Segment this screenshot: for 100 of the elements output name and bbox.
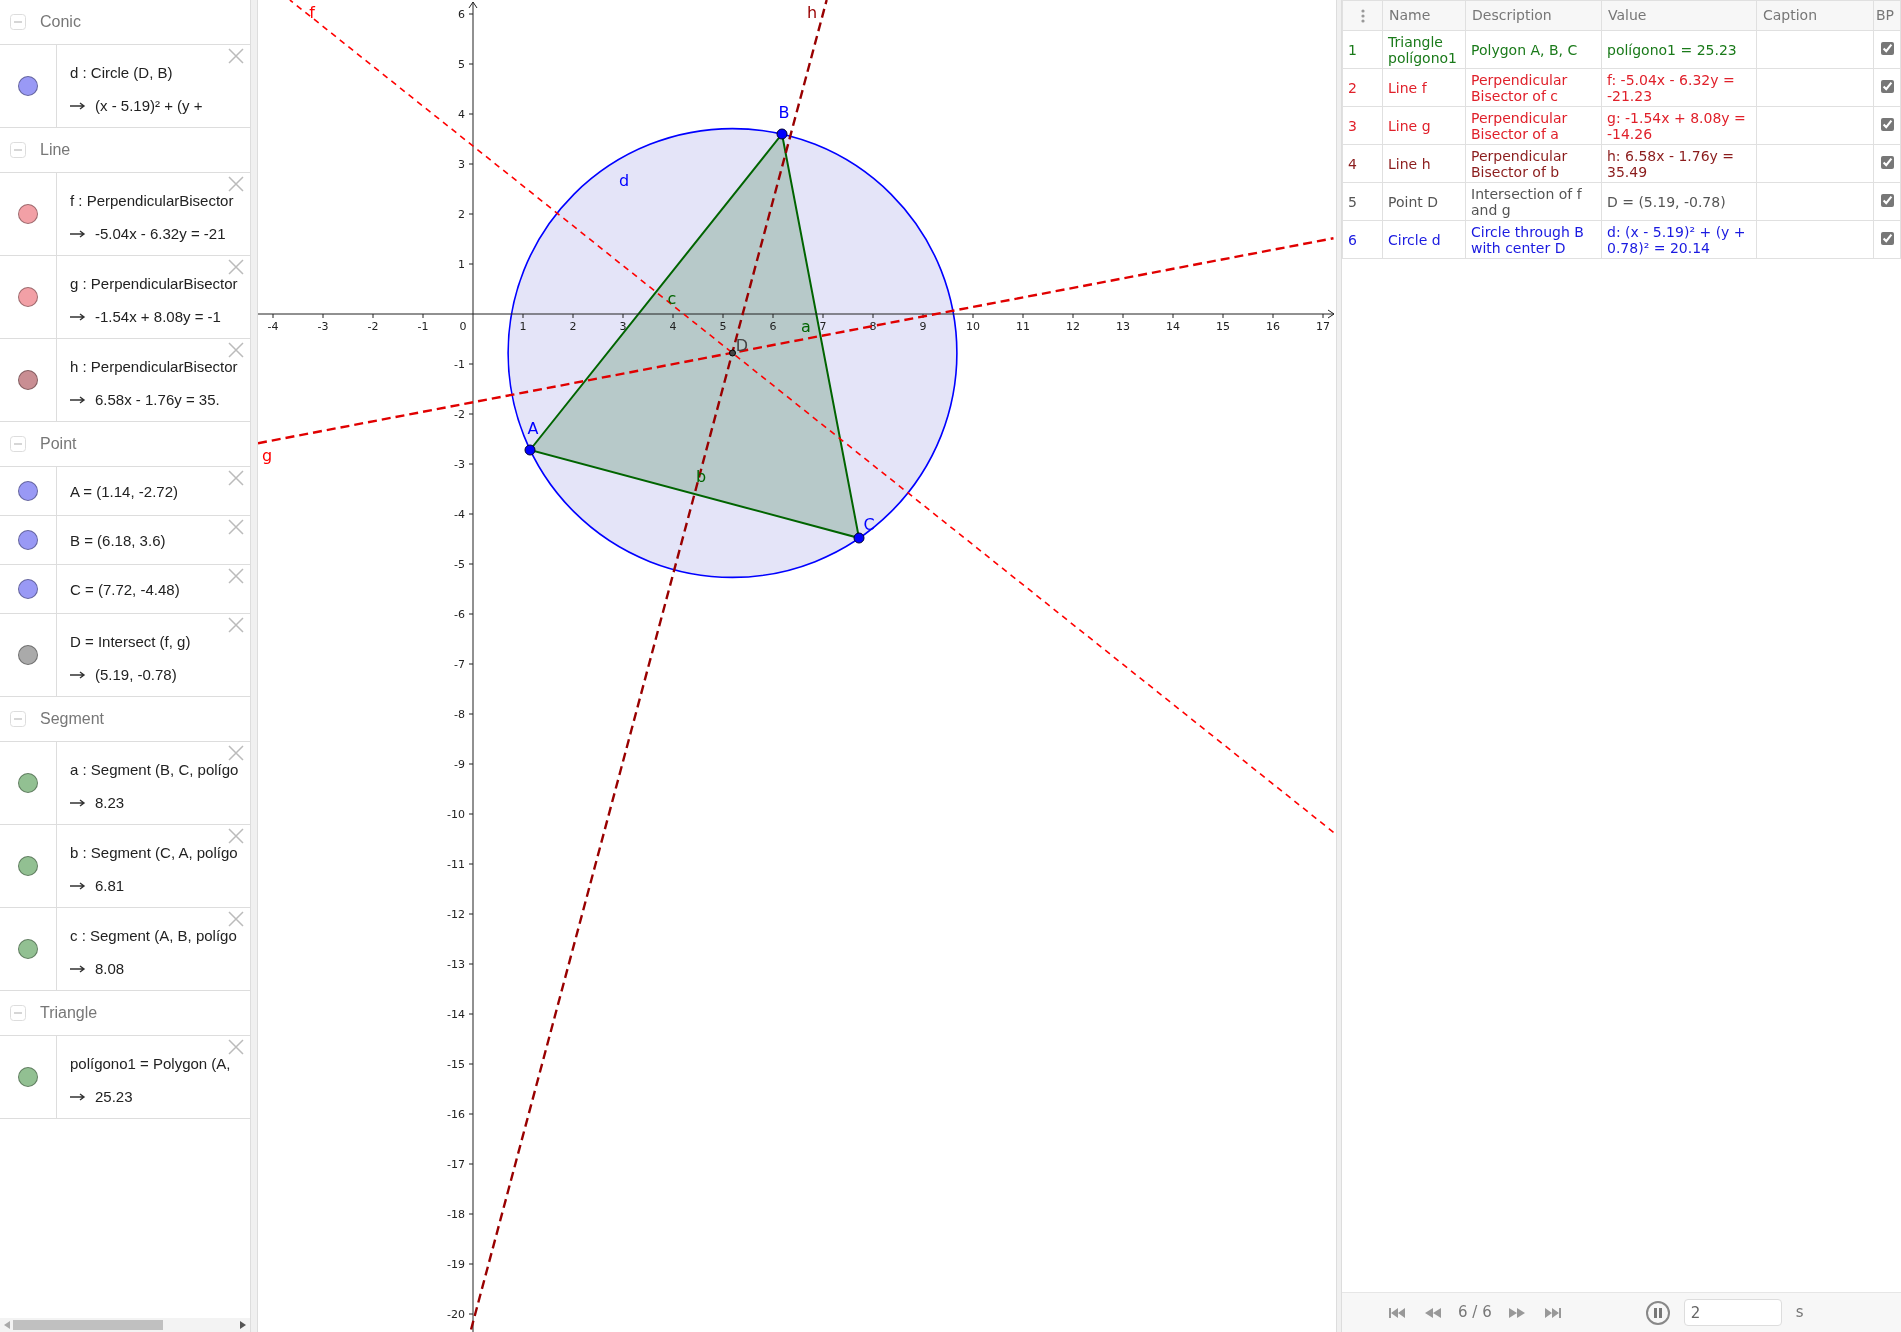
color-dot[interactable] bbox=[18, 939, 38, 959]
skip-forward-icon bbox=[1543, 1306, 1562, 1319]
close-icon[interactable] bbox=[228, 828, 244, 844]
object-definition[interactable]: f : PerpendicularBisector bbox=[70, 191, 234, 211]
color-dot[interactable] bbox=[18, 530, 38, 550]
table-cell: Polygon A, B, C bbox=[1465, 30, 1602, 69]
scrollbar-thumb[interactable] bbox=[13, 1320, 163, 1330]
axis-tick-label: 5 bbox=[458, 58, 465, 71]
close-icon[interactable] bbox=[228, 617, 244, 633]
close-icon[interactable] bbox=[228, 342, 244, 358]
axis-tick-label: -3 bbox=[454, 458, 465, 471]
speed-input[interactable]: 2 bbox=[1683, 1299, 1782, 1326]
axis-tick-label: -10 bbox=[447, 808, 465, 821]
object-definition[interactable]: h : PerpendicularBisector bbox=[70, 357, 238, 377]
close-icon[interactable] bbox=[228, 1039, 244, 1055]
object-value: 8.08 bbox=[95, 958, 125, 979]
object-definition[interactable]: D = Intersect (f, g) bbox=[70, 632, 191, 652]
column-header[interactable]: Description bbox=[1465, 0, 1602, 31]
color-dot[interactable] bbox=[18, 287, 38, 307]
object-definition[interactable]: g : PerpendicularBisector bbox=[70, 274, 238, 294]
axis-tick-label: 2 bbox=[569, 320, 577, 333]
axis-tick-label: 7 bbox=[819, 320, 827, 333]
color-dot[interactable] bbox=[18, 856, 38, 876]
color-dot[interactable] bbox=[18, 76, 38, 96]
close-icon[interactable] bbox=[228, 176, 244, 192]
axis-tick-label: -8 bbox=[454, 708, 465, 721]
collapse-icon[interactable] bbox=[10, 1005, 26, 1021]
object-definition[interactable]: polígono1 = Polygon (A, bbox=[70, 1054, 231, 1074]
object-label: a bbox=[801, 317, 811, 336]
close-icon[interactable] bbox=[228, 259, 244, 275]
collapse-icon[interactable] bbox=[10, 436, 26, 452]
table-cell: Triangle polígono1 bbox=[1382, 30, 1466, 69]
skip-back-icon bbox=[1388, 1306, 1406, 1319]
axis-tick-label: 10 bbox=[966, 320, 980, 333]
checkbox[interactable] bbox=[1880, 41, 1894, 55]
arrow-icon bbox=[70, 1092, 86, 1101]
close-icon[interactable] bbox=[228, 470, 244, 486]
object-definition[interactable]: d : Circle (D, B) bbox=[70, 63, 173, 83]
color-dot[interactable] bbox=[18, 481, 38, 501]
axis-tick-label: 9 bbox=[919, 320, 927, 333]
object-definition[interactable]: C = (7.72, -4.48) bbox=[70, 580, 180, 600]
collapse-icon[interactable] bbox=[10, 711, 26, 727]
horizontal-scrollbar[interactable] bbox=[0, 1318, 250, 1332]
point[interactable] bbox=[776, 128, 788, 140]
collapse-icon[interactable] bbox=[10, 142, 26, 158]
rewind-icon bbox=[1424, 1306, 1442, 1319]
color-dot[interactable] bbox=[18, 370, 38, 390]
scroll-right-icon[interactable] bbox=[240, 1321, 246, 1329]
table-cell: Perpendicular Bisector of b bbox=[1465, 144, 1602, 183]
arrow-icon bbox=[70, 312, 86, 321]
axis-tick-label: 13 bbox=[1116, 320, 1130, 333]
point[interactable] bbox=[853, 532, 865, 544]
close-icon[interactable] bbox=[228, 568, 244, 584]
object-label: D bbox=[735, 336, 749, 355]
close-icon[interactable] bbox=[228, 745, 244, 761]
checkbox[interactable] bbox=[1880, 79, 1894, 93]
object-definition[interactable]: B = (6.18, 3.6) bbox=[70, 531, 166, 551]
axis-tick-label: -18 bbox=[447, 1208, 465, 1221]
color-dot[interactable] bbox=[18, 1067, 38, 1087]
point[interactable] bbox=[729, 349, 736, 357]
point[interactable] bbox=[524, 444, 536, 456]
object-value: 6.58x - 1.76y = 35. bbox=[95, 389, 220, 410]
column-header[interactable]: Value bbox=[1601, 0, 1757, 31]
pause-button[interactable] bbox=[1645, 1300, 1670, 1325]
axis-tick-label: -17 bbox=[447, 1158, 465, 1171]
axis-tick-label: -14 bbox=[447, 1008, 465, 1021]
axis-tick-label: 17 bbox=[1316, 320, 1330, 333]
table-cell: Line h bbox=[1382, 144, 1466, 183]
axis-tick-label: -9 bbox=[454, 758, 465, 771]
table-cell: 6 bbox=[1342, 220, 1383, 259]
collapse-icon[interactable] bbox=[10, 14, 26, 30]
axis-tick-label: -2 bbox=[367, 320, 379, 333]
column-header[interactable]: Caption bbox=[1756, 0, 1874, 31]
object-label: d bbox=[618, 171, 630, 190]
close-icon[interactable] bbox=[228, 911, 244, 927]
group-title: Line bbox=[40, 140, 71, 160]
table-cell: g: -1.54x + 8.08y = -14.26 bbox=[1601, 106, 1757, 145]
checkbox[interactable] bbox=[1880, 193, 1894, 207]
close-icon[interactable] bbox=[228, 48, 244, 64]
object-label: h bbox=[806, 3, 818, 22]
checkbox[interactable] bbox=[1880, 155, 1894, 169]
checkbox[interactable] bbox=[1880, 231, 1894, 245]
checkbox[interactable] bbox=[1880, 117, 1894, 131]
column-header[interactable]: BP bbox=[1873, 0, 1901, 31]
axis-tick-label: -6 bbox=[454, 608, 465, 621]
color-dot[interactable] bbox=[18, 645, 38, 665]
arrow-icon bbox=[70, 798, 86, 807]
axis-tick-label: 2 bbox=[458, 208, 465, 221]
table-cell: Circle through B with center D bbox=[1465, 220, 1602, 259]
menu-icon[interactable] bbox=[1360, 9, 1365, 23]
object-definition[interactable]: A = (1.14, -2.72) bbox=[70, 482, 178, 502]
object-definition[interactable]: c : Segment (A, B, polígo bbox=[70, 926, 237, 946]
object-definition[interactable]: b : Segment (C, A, polígo bbox=[70, 843, 238, 863]
color-dot[interactable] bbox=[18, 773, 38, 793]
close-icon[interactable] bbox=[228, 519, 244, 535]
color-dot[interactable] bbox=[18, 579, 38, 599]
column-header[interactable]: Name bbox=[1382, 0, 1466, 31]
color-dot[interactable] bbox=[18, 204, 38, 224]
object-definition[interactable]: a : Segment (B, C, polígo bbox=[70, 760, 239, 780]
scroll-left-icon[interactable] bbox=[4, 1321, 10, 1329]
